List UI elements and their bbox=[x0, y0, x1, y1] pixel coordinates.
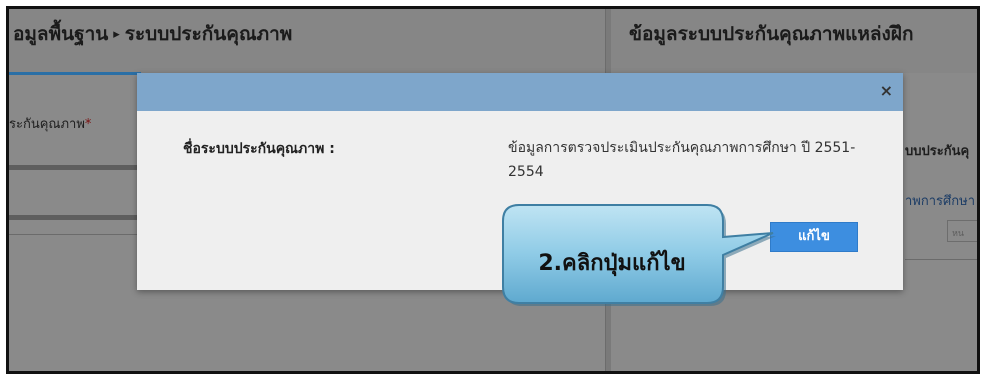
close-icon[interactable]: × bbox=[880, 81, 893, 101]
breadcrumb-item-basic-data[interactable]: อมูลพื้นฐาน bbox=[13, 23, 108, 45]
right-panel-subheading: บบประกันคุ bbox=[905, 144, 970, 159]
divider bbox=[905, 259, 977, 260]
instruction-callout: 2.คลิกปุ่มแก้ไข bbox=[497, 201, 776, 309]
required-mark: * bbox=[84, 117, 92, 132]
breadcrumb-separator-icon: ▸ bbox=[113, 27, 120, 42]
right-panel-input[interactable]: หน bbox=[947, 220, 977, 242]
screenshot-frame: อมูลพื้นฐาน ▸ ระบบประกันคุณภาพ ข้อมูลระบบป… bbox=[6, 6, 980, 374]
callout-text: 2.คลิกปุ่มแก้ไข bbox=[538, 250, 686, 276]
background-input-border bbox=[9, 165, 137, 170]
edit-button[interactable]: แก้ไข bbox=[770, 222, 858, 252]
active-tab-indicator bbox=[9, 72, 141, 75]
right-panel-title: ข้อมูลระบบประกันคุณภาพแหล่งฝึก bbox=[629, 23, 914, 45]
qa-name-label: ชื่อระบบประกันคุณภาพ : bbox=[183, 141, 335, 157]
breadcrumb: อมูลพื้นฐาน ▸ ระบบประกันคุณภาพ bbox=[13, 19, 292, 49]
qa-field-label: ระกันคุณภาพ* bbox=[9, 113, 91, 134]
qa-name-value: ข้อมูลการตรวจประเมินประกันคุณภาพการศึกษา… bbox=[508, 140, 856, 180]
divider bbox=[9, 234, 137, 235]
right-panel-link[interactable]: าพการศึกษา bbox=[905, 190, 975, 211]
modal-header: × bbox=[137, 73, 903, 111]
background-input-border bbox=[9, 215, 137, 220]
qa-field-label-text: ระกันคุณภาพ bbox=[9, 117, 85, 132]
breadcrumb-item-qa-system[interactable]: ระบบประกันคุณภาพ bbox=[125, 23, 293, 45]
